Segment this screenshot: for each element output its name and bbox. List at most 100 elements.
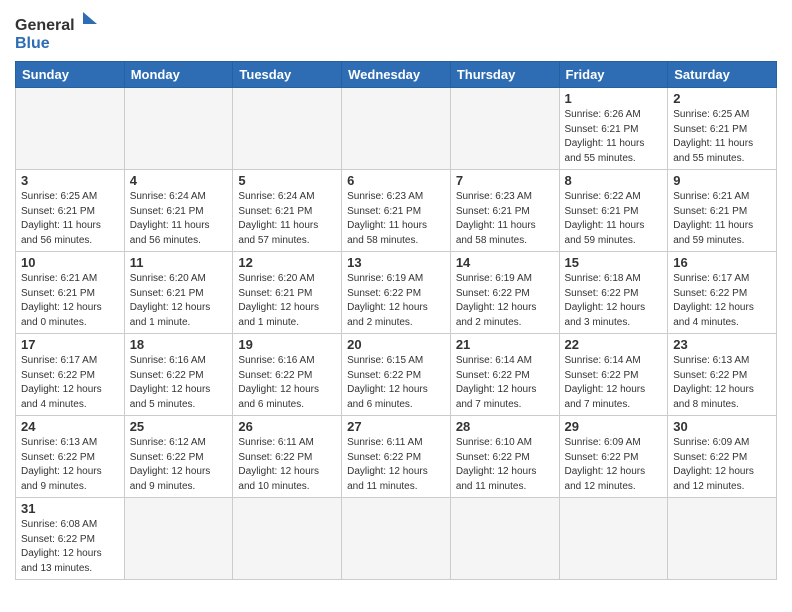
day-info: Sunrise: 6:23 AM Sunset: 6:21 PM Dayligh…	[456, 190, 554, 248]
calendar-week-row: 1Sunrise: 6:26 AM Sunset: 6:21 PM Daylig…	[16, 88, 777, 170]
day-number: 3	[21, 173, 119, 188]
day-info: Sunrise: 6:13 AM Sunset: 6:22 PM Dayligh…	[21, 436, 119, 494]
day-number: 28	[456, 419, 554, 434]
calendar-cell: 22 Sunrise: 6:14 AM Sunset: 6:22 PM Dayli…	[559, 334, 668, 416]
calendar-cell: 26 Sunrise: 6:11 AM Sunset: 6:22 PM Dayli…	[233, 416, 342, 498]
weekday-header-tuesday: Tuesday	[233, 62, 342, 88]
calendar-cell	[233, 88, 342, 170]
page-header: General Blue	[15, 10, 777, 55]
svg-text:General: General	[15, 17, 75, 34]
day-info: Sunrise: 6:18 AM Sunset: 6:22 PM Dayligh…	[565, 272, 663, 330]
calendar-cell	[342, 88, 451, 170]
calendar-cell: 2 Sunrise: 6:25 AM Sunset: 6:21 PM Daylig…	[668, 88, 777, 170]
day-info: Sunrise: 6:19 AM Sunset: 6:22 PM Dayligh…	[347, 272, 445, 330]
day-info: Sunrise: 6:09 AM Sunset: 6:22 PM Dayligh…	[673, 436, 771, 494]
day-number: 20	[347, 337, 445, 352]
logo: General Blue	[15, 10, 105, 55]
calendar-cell: 18 Sunrise: 6:16 AM Sunset: 6:22 PM Dayli…	[124, 334, 233, 416]
day-info: Sunrise: 6:12 AM Sunset: 6:22 PM Dayligh…	[130, 436, 228, 494]
day-number: 25	[130, 419, 228, 434]
day-number: 23	[673, 337, 771, 352]
calendar-week-row: 24Sunrise: 6:13 AM Sunset: 6:22 PM Dayli…	[16, 416, 777, 498]
day-info: Sunrise: 6:15 AM Sunset: 6:22 PM Dayligh…	[347, 354, 445, 412]
calendar-cell: 29 Sunrise: 6:09 AM Sunset: 6:22 PM Dayli…	[559, 416, 668, 498]
day-info: Sunrise: 6:24 AM Sunset: 6:21 PM Dayligh…	[238, 190, 336, 248]
day-info: Sunrise: 6:08 AM Sunset: 6:22 PM Dayligh…	[21, 518, 119, 576]
day-info: Sunrise: 6:17 AM Sunset: 6:22 PM Dayligh…	[673, 272, 771, 330]
calendar-cell: 12Sunrise: 6:20 AM Sunset: 6:21 PM Dayli…	[233, 252, 342, 334]
calendar-cell: 15 Sunrise: 6:18 AM Sunset: 6:22 PM Dayli…	[559, 252, 668, 334]
calendar-cell: 16 Sunrise: 6:17 AM Sunset: 6:22 PM Dayli…	[668, 252, 777, 334]
calendar-cell: 3 Sunrise: 6:25 AM Sunset: 6:21 PM Daylig…	[16, 170, 125, 252]
day-number: 4	[130, 173, 228, 188]
calendar-cell: 11 Sunrise: 6:20 AM Sunset: 6:21 PM Dayli…	[124, 252, 233, 334]
day-info: Sunrise: 6:14 AM Sunset: 6:22 PM Dayligh…	[565, 354, 663, 412]
day-number: 29	[565, 419, 663, 434]
calendar-cell: 27Sunrise: 6:11 AM Sunset: 6:22 PM Dayli…	[342, 416, 451, 498]
weekday-header-thursday: Thursday	[450, 62, 559, 88]
day-number: 14	[456, 255, 554, 270]
day-number: 22	[565, 337, 663, 352]
calendar-cell: 24Sunrise: 6:13 AM Sunset: 6:22 PM Dayli…	[16, 416, 125, 498]
day-info: Sunrise: 6:10 AM Sunset: 6:22 PM Dayligh…	[456, 436, 554, 494]
day-number: 7	[456, 173, 554, 188]
day-info: Sunrise: 6:14 AM Sunset: 6:22 PM Dayligh…	[456, 354, 554, 412]
day-number: 26	[238, 419, 336, 434]
calendar-cell: 31 Sunrise: 6:08 AM Sunset: 6:22 PM Dayli…	[16, 498, 125, 580]
day-info: Sunrise: 6:19 AM Sunset: 6:22 PM Dayligh…	[456, 272, 554, 330]
calendar-cell	[16, 88, 125, 170]
calendar-cell	[450, 498, 559, 580]
day-number: 19	[238, 337, 336, 352]
day-info: Sunrise: 6:21 AM Sunset: 6:21 PM Dayligh…	[21, 272, 119, 330]
calendar-table: SundayMondayTuesdayWednesdayThursdayFrid…	[15, 61, 777, 580]
day-info: Sunrise: 6:16 AM Sunset: 6:22 PM Dayligh…	[238, 354, 336, 412]
calendar-week-row: 17 Sunrise: 6:17 AM Sunset: 6:22 PM Dayli…	[16, 334, 777, 416]
calendar-cell: 8Sunrise: 6:22 AM Sunset: 6:21 PM Daylig…	[559, 170, 668, 252]
day-number: 13	[347, 255, 445, 270]
calendar-cell: 14 Sunrise: 6:19 AM Sunset: 6:22 PM Dayli…	[450, 252, 559, 334]
day-number: 30	[673, 419, 771, 434]
day-number: 11	[130, 255, 228, 270]
day-info: Sunrise: 6:09 AM Sunset: 6:22 PM Dayligh…	[565, 436, 663, 494]
day-number: 10	[21, 255, 119, 270]
calendar-cell	[233, 498, 342, 580]
calendar-cell: 4 Sunrise: 6:24 AM Sunset: 6:21 PM Daylig…	[124, 170, 233, 252]
day-info: Sunrise: 6:11 AM Sunset: 6:22 PM Dayligh…	[347, 436, 445, 494]
day-number: 17	[21, 337, 119, 352]
calendar-cell: 13 Sunrise: 6:19 AM Sunset: 6:22 PM Dayli…	[342, 252, 451, 334]
day-info: Sunrise: 6:20 AM Sunset: 6:21 PM Dayligh…	[238, 272, 336, 330]
day-info: Sunrise: 6:20 AM Sunset: 6:21 PM Dayligh…	[130, 272, 228, 330]
day-info: Sunrise: 6:25 AM Sunset: 6:21 PM Dayligh…	[21, 190, 119, 248]
weekday-header-monday: Monday	[124, 62, 233, 88]
calendar-cell: 1Sunrise: 6:26 AM Sunset: 6:21 PM Daylig…	[559, 88, 668, 170]
day-info: Sunrise: 6:17 AM Sunset: 6:22 PM Dayligh…	[21, 354, 119, 412]
calendar-week-row: 31 Sunrise: 6:08 AM Sunset: 6:22 PM Dayli…	[16, 498, 777, 580]
day-number: 18	[130, 337, 228, 352]
calendar-cell: 19 Sunrise: 6:16 AM Sunset: 6:22 PM Dayli…	[233, 334, 342, 416]
calendar-cell	[124, 498, 233, 580]
day-number: 21	[456, 337, 554, 352]
day-number: 16	[673, 255, 771, 270]
day-info: Sunrise: 6:11 AM Sunset: 6:22 PM Dayligh…	[238, 436, 336, 494]
weekday-header-friday: Friday	[559, 62, 668, 88]
day-number: 6	[347, 173, 445, 188]
day-number: 31	[21, 501, 119, 516]
day-info: Sunrise: 6:23 AM Sunset: 6:21 PM Dayligh…	[347, 190, 445, 248]
day-info: Sunrise: 6:16 AM Sunset: 6:22 PM Dayligh…	[130, 354, 228, 412]
calendar-cell: 30 Sunrise: 6:09 AM Sunset: 6:22 PM Dayli…	[668, 416, 777, 498]
day-number: 5	[238, 173, 336, 188]
day-info: Sunrise: 6:26 AM Sunset: 6:21 PM Dayligh…	[565, 108, 663, 166]
calendar-cell: 10 Sunrise: 6:21 AM Sunset: 6:21 PM Dayli…	[16, 252, 125, 334]
calendar-cell: 25 Sunrise: 6:12 AM Sunset: 6:22 PM Dayli…	[124, 416, 233, 498]
weekday-header-wednesday: Wednesday	[342, 62, 451, 88]
day-number: 2	[673, 91, 771, 106]
day-info: Sunrise: 6:25 AM Sunset: 6:21 PM Dayligh…	[673, 108, 771, 166]
calendar-cell: 7 Sunrise: 6:23 AM Sunset: 6:21 PM Daylig…	[450, 170, 559, 252]
calendar-cell: 5 Sunrise: 6:24 AM Sunset: 6:21 PM Daylig…	[233, 170, 342, 252]
calendar-week-row: 3 Sunrise: 6:25 AM Sunset: 6:21 PM Daylig…	[16, 170, 777, 252]
calendar-cell: 21 Sunrise: 6:14 AM Sunset: 6:22 PM Dayli…	[450, 334, 559, 416]
day-number: 15	[565, 255, 663, 270]
calendar-cell: 23Sunrise: 6:13 AM Sunset: 6:22 PM Dayli…	[668, 334, 777, 416]
day-number: 8	[565, 173, 663, 188]
day-info: Sunrise: 6:24 AM Sunset: 6:21 PM Dayligh…	[130, 190, 228, 248]
